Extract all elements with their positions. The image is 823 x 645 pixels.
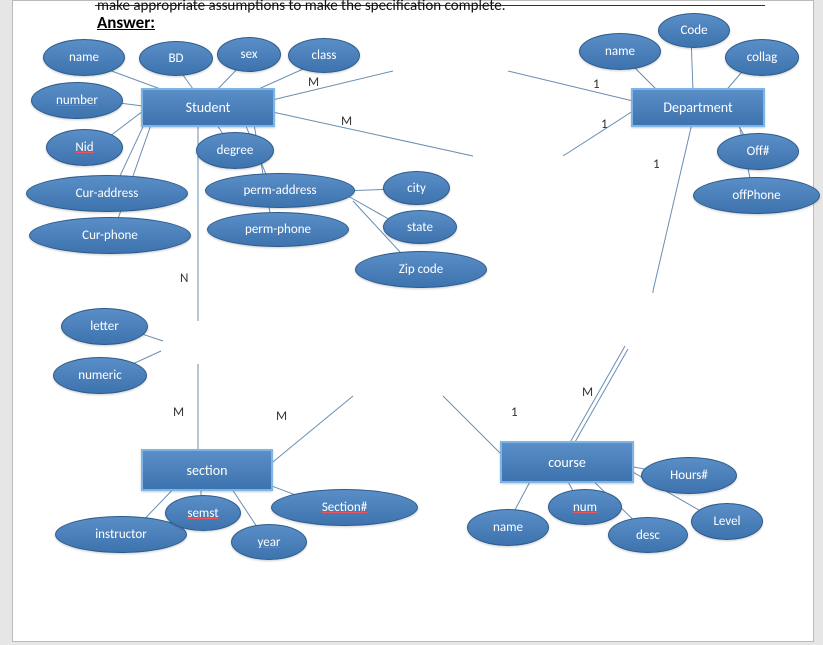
attr-course-hours: Hours# <box>641 457 737 494</box>
attr-student-number: number <box>31 82 123 119</box>
attr-course-num: num <box>548 489 622 525</box>
rel-has-major: Has major <box>466 119 566 194</box>
attr-student-bd: BD <box>139 41 213 76</box>
attr-dept-offphone: offPhone <box>693 177 820 214</box>
card-dept-major: 1 <box>601 117 608 132</box>
attr-student-perm-phone: perm-phone <box>207 212 349 247</box>
attr-dept-name: name <box>579 33 661 70</box>
card-course-has: 1 <box>511 405 518 420</box>
entity-course: course <box>500 441 634 483</box>
attr-dept-collag: collag <box>725 39 799 76</box>
attr-student-sex: sex <box>217 37 281 72</box>
attr-section-year: year <box>231 524 307 560</box>
card-dept-minor: 1 <box>593 77 600 92</box>
attr-city: city <box>383 171 450 205</box>
attr-course-desc: desc <box>608 517 688 553</box>
attr-section-semst: semst <box>165 495 241 531</box>
attr-section-num: Section# <box>271 489 418 526</box>
attr-student-degree: degree <box>196 132 274 169</box>
attr-student-class: class <box>288 38 360 73</box>
attr-student-cur-phone: Cur-phone <box>29 217 191 254</box>
attr-zip: Zip code <box>355 251 487 288</box>
attr-state: state <box>383 210 457 244</box>
card-student-grade: N <box>180 271 188 286</box>
attr-student-name: name <box>43 39 125 76</box>
attr-dept-off: Off# <box>717 133 799 170</box>
answer-heading: Answer: <box>97 12 155 33</box>
card-dept-belong: 1 <box>653 157 660 172</box>
attr-dept-code: Code <box>658 13 730 48</box>
card-student-minor: M <box>308 75 319 90</box>
card-section-has: M <box>276 409 287 424</box>
card-section-grade: M <box>173 405 184 420</box>
entity-department: Department <box>631 88 765 127</box>
rel-belong-to: Belong to <box>580 279 672 354</box>
attr-course-name: name <box>467 509 549 546</box>
attr-grade-letter: letter <box>61 308 148 345</box>
entity-student: Student <box>141 88 275 127</box>
attr-student-cur-address: Cur-address <box>26 175 188 212</box>
card-student-major: M <box>341 114 352 129</box>
entity-section: section <box>141 449 273 491</box>
cropped-question-text: make appropriate assumptions to make the… <box>97 0 506 15</box>
attr-student-perm-address: perm-address <box>205 173 355 208</box>
rel-grade: grade <box>139 304 259 384</box>
rel-has: has <box>333 351 463 431</box>
er-diagram-page: make appropriate assumptions to make the… <box>12 0 814 642</box>
rel-has-minor: Has minor <box>395 33 505 111</box>
attr-section-instructor: instructor <box>55 516 187 553</box>
attr-student-nid: Nid <box>46 129 123 166</box>
attr-grade-numeric: numeric <box>53 357 147 394</box>
attr-course-level: Level <box>691 503 763 540</box>
card-course-belong: M <box>582 385 593 400</box>
